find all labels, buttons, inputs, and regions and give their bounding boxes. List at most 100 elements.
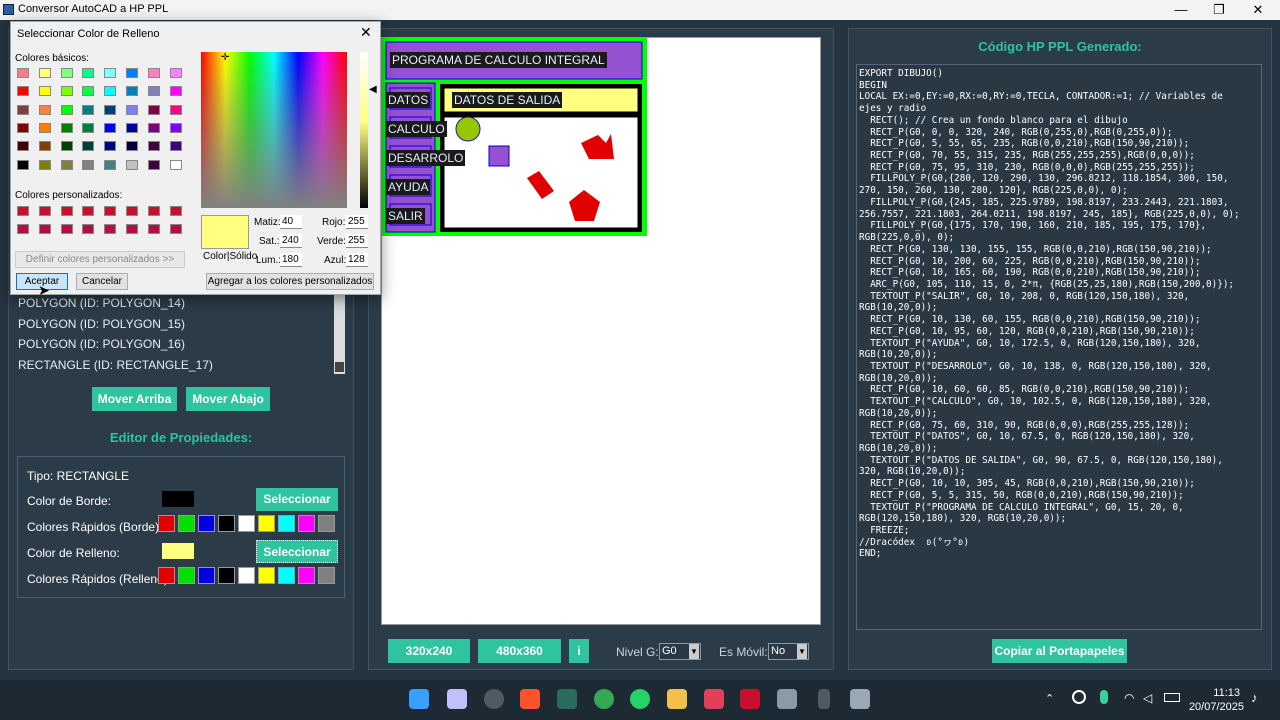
quick-color-swatch[interactable] bbox=[298, 515, 315, 532]
app-green-icon[interactable] bbox=[557, 689, 577, 709]
drawing-canvas[interactable]: PROGRAMA DE CALCULO INTEGRAL DATOS CALCU… bbox=[381, 37, 821, 625]
quick-color-swatch[interactable] bbox=[218, 567, 235, 584]
quick-color-swatch[interactable] bbox=[318, 567, 335, 584]
color-swatch[interactable] bbox=[126, 86, 138, 97]
azul-input[interactable]: 128 bbox=[346, 253, 368, 267]
color-swatch[interactable] bbox=[104, 68, 117, 78]
sat-input[interactable]: 240 bbox=[280, 234, 302, 248]
color-swatch[interactable] bbox=[17, 206, 29, 216]
autocad-icon[interactable] bbox=[740, 689, 760, 709]
snip-icon[interactable] bbox=[447, 689, 467, 709]
python-app-icon[interactable] bbox=[777, 689, 797, 709]
object-list[interactable]: POLYGON (ID: POLYGON_14) POLYGON (ID: PO… bbox=[14, 290, 346, 374]
whatsapp-icon[interactable] bbox=[630, 689, 650, 709]
color-swatch[interactable] bbox=[169, 224, 182, 234]
list-item[interactable]: POLYGON (ID: POLYGON_16) bbox=[18, 337, 185, 351]
color-swatch[interactable] bbox=[82, 122, 95, 133]
quick-color-swatch[interactable] bbox=[238, 515, 255, 532]
color-swatch[interactable] bbox=[38, 224, 51, 234]
color-swatch[interactable] bbox=[82, 206, 95, 216]
color-swatch[interactable] bbox=[82, 68, 95, 78]
color-swatch[interactable] bbox=[60, 141, 73, 152]
color-swatch[interactable] bbox=[169, 141, 182, 152]
color-swatch[interactable] bbox=[17, 159, 29, 170]
color-swatch[interactable] bbox=[60, 206, 73, 216]
quick-color-swatch[interactable] bbox=[318, 515, 335, 532]
color-swatch[interactable] bbox=[60, 122, 73, 133]
volume-icon[interactable]: ◁ bbox=[1143, 691, 1152, 705]
quick-color-swatch[interactable] bbox=[258, 567, 275, 584]
rojo-input[interactable]: 255 bbox=[346, 215, 368, 229]
color-swatch[interactable] bbox=[169, 68, 182, 78]
app-circle-icon[interactable] bbox=[484, 689, 504, 709]
color-swatch[interactable] bbox=[104, 141, 117, 152]
color-swatch[interactable] bbox=[126, 104, 138, 115]
lum-input[interactable]: 180 bbox=[280, 253, 302, 267]
editor-icon[interactable] bbox=[850, 689, 870, 709]
list-scrollbar[interactable] bbox=[334, 290, 345, 374]
color-swatch[interactable] bbox=[38, 206, 51, 216]
color-swatch[interactable] bbox=[60, 86, 73, 97]
color-swatch[interactable] bbox=[60, 104, 73, 115]
move-up-button[interactable]: Mover Arriba bbox=[92, 387, 177, 411]
color-swatch[interactable] bbox=[147, 159, 160, 170]
nivel-select[interactable]: G0 ▼ bbox=[659, 643, 701, 660]
color-swatch[interactable] bbox=[17, 141, 29, 152]
calculator-icon[interactable] bbox=[704, 689, 724, 709]
color-swatch[interactable] bbox=[126, 122, 138, 133]
clock-date[interactable]: 20/07/2025 bbox=[1186, 701, 1244, 713]
list-item[interactable]: POLYGON (ID: POLYGON_15) bbox=[18, 317, 185, 331]
color-swatch[interactable] bbox=[104, 224, 117, 234]
color-swatch[interactable] bbox=[169, 206, 182, 216]
quick-color-swatch[interactable] bbox=[198, 567, 215, 584]
quick-color-swatch[interactable] bbox=[218, 515, 235, 532]
quick-color-swatch[interactable] bbox=[258, 515, 275, 532]
custom-colors-grid[interactable] bbox=[17, 206, 193, 242]
color-swatch[interactable] bbox=[147, 224, 160, 234]
color-swatch[interactable] bbox=[147, 206, 160, 216]
move-down-button[interactable]: Mover Abajo bbox=[186, 387, 270, 411]
color-spectrum[interactable]: ✛ bbox=[201, 52, 347, 208]
color-swatch[interactable] bbox=[17, 68, 29, 78]
mic-icon[interactable] bbox=[1100, 690, 1108, 704]
quick-color-swatch[interactable] bbox=[158, 515, 175, 532]
luminance-slider[interactable] bbox=[360, 52, 368, 208]
color-swatch[interactable] bbox=[17, 104, 29, 115]
color-swatch[interactable] bbox=[17, 86, 29, 97]
scroll-down-icon[interactable] bbox=[335, 362, 344, 372]
shape-square[interactable] bbox=[488, 145, 510, 167]
chevron-down-icon[interactable]: ▼ bbox=[797, 644, 807, 659]
color-swatch[interactable] bbox=[104, 206, 117, 216]
color-swatch[interactable] bbox=[17, 122, 29, 133]
color-swatch[interactable] bbox=[104, 122, 117, 133]
color-swatch[interactable] bbox=[38, 104, 51, 115]
size-info-button[interactable]: i bbox=[569, 639, 589, 663]
quick-color-swatch[interactable] bbox=[278, 515, 295, 532]
color-swatch[interactable] bbox=[82, 86, 95, 97]
color-swatch[interactable] bbox=[17, 224, 29, 234]
copy-clipboard-button[interactable]: Copiar al Portapapeles bbox=[992, 639, 1127, 663]
quick-color-swatch[interactable] bbox=[278, 567, 295, 584]
color-swatch[interactable] bbox=[126, 159, 138, 170]
quick-color-swatch[interactable] bbox=[178, 567, 195, 584]
color-swatch[interactable] bbox=[147, 104, 160, 115]
color-swatch[interactable] bbox=[147, 122, 160, 133]
color-swatch[interactable] bbox=[82, 224, 95, 234]
close-button[interactable]: ✕ bbox=[1238, 0, 1278, 20]
select-fill-button[interactable]: Seleccionar bbox=[256, 540, 338, 563]
color-swatch[interactable] bbox=[38, 68, 51, 78]
verde-input[interactable]: 255 bbox=[346, 234, 368, 248]
color-swatch[interactable] bbox=[147, 86, 160, 97]
list-item[interactable]: RECTANGLE (ID: RECTANGLE_17) bbox=[18, 358, 213, 372]
color-swatch[interactable] bbox=[38, 86, 51, 97]
luminance-pointer-icon[interactable]: ◀ bbox=[369, 84, 377, 95]
chevron-down-icon[interactable]: ▼ bbox=[689, 644, 699, 659]
define-custom-button[interactable]: Definir colores personalizados >> bbox=[15, 251, 185, 268]
start-icon[interactable] bbox=[409, 689, 429, 709]
size-320-button[interactable]: 320x240 bbox=[388, 639, 470, 663]
clock-time[interactable]: 11:13 bbox=[1190, 687, 1240, 699]
color-swatch[interactable] bbox=[169, 122, 182, 133]
color-swatch[interactable] bbox=[60, 224, 73, 234]
quick-color-swatch[interactable] bbox=[178, 515, 195, 532]
movil-select[interactable]: No ▼ bbox=[768, 643, 809, 660]
